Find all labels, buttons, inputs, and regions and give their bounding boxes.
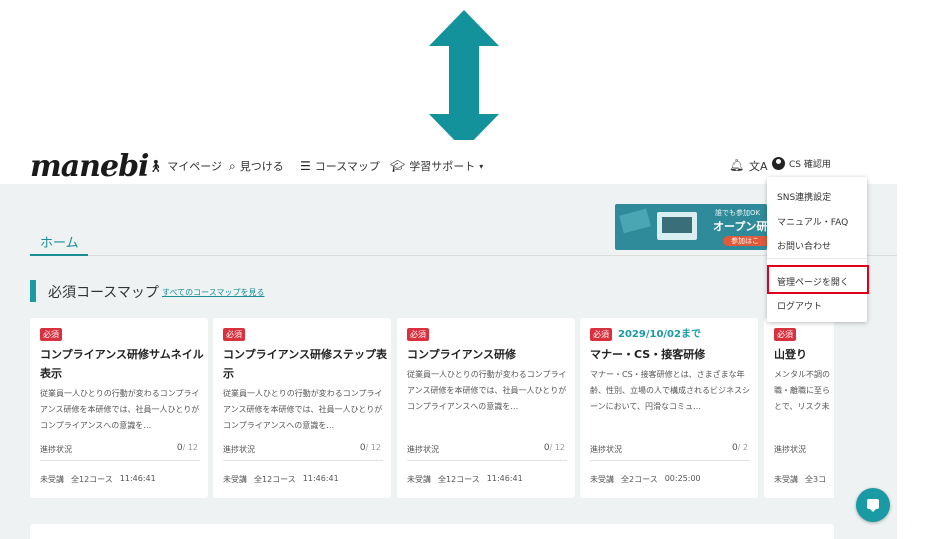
list-icon: ☰ bbox=[300, 159, 311, 173]
menu-item-manual-faq[interactable]: マニュアル・FAQ bbox=[777, 215, 848, 228]
nav-coursemap-label: コースマップ bbox=[314, 160, 380, 173]
banner-illustration bbox=[657, 212, 697, 240]
course-title: コンプライアンス研修 bbox=[407, 348, 517, 361]
nav-coursemap[interactable]: ☰ コースマップ bbox=[300, 158, 380, 174]
course-card[interactable]: 必須 2029/10/02まで マナー・CS・接客研修 マナー・CS・接客研修と… bbox=[580, 318, 758, 498]
progress-label: 進捗状況 bbox=[774, 445, 806, 454]
main-content: 誰でも参加OK オープン研 参加はこ ホーム 必須コースマップ すべてのコースマ… bbox=[0, 184, 897, 539]
user-name: CS 確認用 bbox=[789, 160, 831, 170]
progress-bar bbox=[223, 460, 383, 461]
open-training-banner[interactable]: 誰でも参加OK オープン研 参加はこ bbox=[615, 204, 767, 250]
progress-value: 0/ 12 bbox=[177, 443, 198, 453]
user-avatar-icon bbox=[772, 157, 785, 170]
nav-find-label: 見つける bbox=[239, 160, 284, 173]
course-description: メンタル不調の職・離職に至らとで、リスク未 bbox=[774, 370, 830, 411]
nav-learning-support[interactable]: 🎓︎ 学習サポート ▾ bbox=[390, 158, 483, 174]
progress-value: 0/ 12 bbox=[360, 443, 381, 453]
course-description: 従業員一人ひとりの行動が変わるコンプライアンス研修を本研修では、社員一人ひとりが… bbox=[407, 370, 567, 411]
course-meta: 未受講 全3コ bbox=[774, 474, 826, 485]
course-title: コンプライアンス研修サムネイル表示 bbox=[40, 348, 204, 380]
progress-label: 進捗状況 bbox=[223, 445, 255, 454]
manebi-logo[interactable]: manebi bbox=[30, 150, 149, 184]
course-count: 全12コース bbox=[71, 475, 113, 484]
status-text: 未受講 bbox=[40, 475, 64, 484]
banner-line1: 誰でも参加OK bbox=[715, 209, 761, 217]
person-icon: 🚶︎ bbox=[148, 159, 164, 173]
tab-home[interactable]: ホーム bbox=[40, 232, 79, 251]
course-card[interactable]: 必須 コンプライアンス研修サムネイル表示 従業員一人ひとりの行動が変わるコンプラ… bbox=[30, 318, 208, 498]
nav-learning-support-label: 学習サポート bbox=[409, 160, 476, 173]
required-badge: 必須 bbox=[407, 328, 429, 341]
tab-home-underline bbox=[30, 254, 88, 256]
progress-total: / 12 bbox=[549, 443, 565, 452]
bell-icon[interactable]: 🔔︎ bbox=[729, 158, 744, 172]
progress-bar bbox=[407, 460, 567, 461]
section-accent-bar bbox=[30, 280, 36, 302]
course-count: 全3コ bbox=[805, 475, 827, 484]
course-count: 全2コース bbox=[621, 475, 658, 484]
required-badge: 必須 bbox=[223, 328, 245, 341]
course-title: 山登り bbox=[774, 348, 807, 361]
course-description: 従業員一人ひとりの行動が変わるコンプライアンス研修を本研修では、社員一人ひとりが… bbox=[40, 389, 200, 430]
search-icon: ⌕ bbox=[229, 158, 236, 173]
required-badge: 必須 bbox=[774, 328, 796, 341]
progress-label: 進捗状況 bbox=[590, 445, 622, 454]
course-card-list: 必須 コンプライアンス研修サムネイル表示 従業員一人ひとりの行動が変わるコンプラ… bbox=[30, 318, 834, 498]
status-text: 未受講 bbox=[223, 475, 247, 484]
course-duration: 00:25:00 bbox=[664, 474, 701, 483]
progress-bar bbox=[590, 460, 750, 461]
course-count: 全12コース bbox=[254, 475, 296, 484]
course-description: 従業員一人ひとりの行動が変わるコンプライアンス研修を本研修では、社員一人ひとりが… bbox=[223, 389, 383, 430]
progress-value: 0/ 12 bbox=[544, 443, 565, 453]
progress-total: / 12 bbox=[182, 443, 198, 452]
course-duration: 11:46:41 bbox=[119, 474, 156, 483]
nav-mypage-label: マイページ bbox=[167, 160, 223, 173]
progress-label: 進捗状況 bbox=[40, 445, 72, 454]
section-title: 必須コースマップ bbox=[48, 285, 159, 301]
progress-value: 0/ 2 bbox=[732, 443, 748, 453]
nav-mypage[interactable]: 🚶︎ マイページ bbox=[148, 158, 222, 174]
user-menu-toggle[interactable]: CS 確認用 bbox=[772, 157, 831, 170]
deadline-text: 2029/10/02まで bbox=[618, 329, 701, 340]
menu-item-contact[interactable]: お問い合わせ bbox=[777, 239, 831, 252]
translate-icon[interactable]: 文A bbox=[749, 158, 768, 174]
course-card[interactable]: 必須 コンプライアンス研修 従業員一人ひとりの行動が変わるコンプライアンス研修を… bbox=[397, 318, 575, 498]
banner-button: 参加はこ bbox=[723, 236, 767, 246]
user-dropdown-menu: SNS連携設定 マニュアル・FAQ お問い合わせ 管理ページを開く ログアウト bbox=[767, 177, 867, 322]
course-duration: 11:46:41 bbox=[486, 474, 523, 483]
course-card[interactable]: 必須 コンプライアンス研修ステップ表示 従業員一人ひとりの行動が変わるコンプライ… bbox=[213, 318, 391, 498]
caret-down-icon: ▾ bbox=[479, 161, 484, 171]
menu-divider bbox=[767, 258, 867, 259]
progress-total: / 12 bbox=[365, 443, 381, 452]
course-card[interactable]: 必須 山登り メンタル不調の職・離職に至らとで、リスク未 進捗状況 未受講 全3… bbox=[764, 318, 834, 498]
course-meta: 未受講 全12コース 11:46:41 bbox=[40, 474, 156, 485]
course-description: マナー・CS・接客研修とは、さまざまな年齢、性別、立場の人で構成されるビジネスシ… bbox=[590, 370, 750, 411]
menu-item-sns-settings[interactable]: SNS連携設定 bbox=[777, 190, 831, 203]
course-meta: 未受講 全2コース 00:25:00 bbox=[590, 474, 701, 485]
menu-item-logout[interactable]: ログアウト bbox=[777, 299, 822, 312]
double-arrow-icon bbox=[429, 10, 499, 150]
course-meta: 未受講 全12コース 11:46:41 bbox=[407, 474, 523, 485]
required-badge: 必須 bbox=[590, 328, 612, 341]
status-text: 未受講 bbox=[774, 475, 798, 484]
course-title: コンプライアンス研修ステップ表示 bbox=[223, 348, 388, 380]
course-title: マナー・CS・接客研修 bbox=[590, 348, 706, 361]
chat-button[interactable] bbox=[856, 488, 890, 522]
course-meta: 未受講 全12コース 11:46:41 bbox=[223, 474, 339, 485]
progress-bar bbox=[40, 460, 200, 461]
banner-tag bbox=[619, 208, 651, 234]
admin-menu-highlight-box bbox=[767, 265, 869, 294]
course-duration: 11:46:41 bbox=[302, 474, 339, 483]
graduation-cap-icon: 🎓︎ bbox=[390, 159, 406, 173]
status-text: 未受講 bbox=[407, 475, 431, 484]
status-text: 未受講 bbox=[590, 475, 614, 484]
all-coursemaps-link[interactable]: すべてのコースマップを見る bbox=[162, 287, 264, 298]
banner-line2: オープン研 bbox=[713, 220, 767, 233]
progress-label: 進捗状況 bbox=[407, 445, 439, 454]
next-section-card bbox=[30, 524, 834, 539]
course-count: 全12コース bbox=[438, 475, 480, 484]
progress-total: / 2 bbox=[737, 443, 748, 452]
nav-find[interactable]: ⌕ 見つける bbox=[229, 158, 284, 174]
required-badge: 必須 bbox=[40, 328, 62, 341]
